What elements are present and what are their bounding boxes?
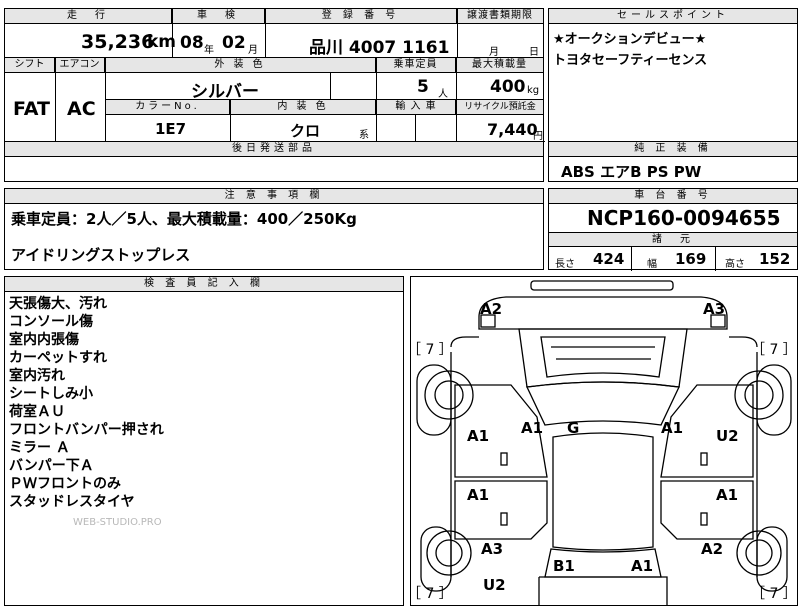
registration-value: 品川 4007 1161 <box>309 38 450 58</box>
length-label: 長さ <box>555 259 575 270</box>
sales-points-label: セールスポイント <box>549 9 797 24</box>
notes-line-2: アイドリングストップレス <box>11 246 191 264</box>
damage-code-left-front-door: A1 <box>467 427 490 445</box>
damage-code-pillar-left: A1 <box>521 419 544 437</box>
inspector-line: 室内汚れ <box>9 368 65 384</box>
inspector-line: 室内内張傷 <box>9 332 79 348</box>
transfer-label: 譲渡書類期限 <box>457 9 543 24</box>
mileage-value: 35,236 <box>81 31 155 53</box>
capacity-label: 乗車定員 <box>376 58 456 73</box>
inspector-line: 荷室ＡＵ <box>9 404 65 420</box>
notes-line-1: 乗車定員：2人／5人、最大積載量：400／250Kg <box>11 210 357 228</box>
transfer-day-unit: 日 <box>529 47 539 58</box>
inspector-line: ＰＷフロントのみ <box>9 476 121 492</box>
max-load-label: 最大積載量 <box>456 58 543 73</box>
length-value: 424 <box>593 250 625 268</box>
inspector-box: 検 査 員 記 入 欄 天張傷大、汚れ コンソール傷 室内内張傷 カーペットすれ… <box>4 276 404 606</box>
inspector-line: シートしみ小 <box>9 386 93 402</box>
sales-point-2: トヨタセーフティーセンス <box>553 53 708 68</box>
damage-code-front-right: A3 <box>703 300 726 318</box>
parts-box: 後日発送部品 <box>4 142 544 182</box>
equipment-box: 純 正 装 備 ABS エアB PS PW <box>548 142 798 182</box>
recycle-value: 7,440 <box>487 120 538 139</box>
car-diagram-box: ［ 7 ］ ［ 7 ］ ［ 7 ］ ［ 7 ］ A2 A3 A1 A1 G A1… <box>407 276 798 606</box>
capacity-unit: 人 <box>438 89 448 100</box>
equipment-value: ABS エアB PS PW <box>561 163 702 181</box>
exterior-color-value: シルバー <box>191 82 259 102</box>
inspector-line: 天張傷大、汚れ <box>9 296 107 312</box>
damage-code-pillar-right: A1 <box>661 419 684 437</box>
recycle-label: リサイクル預託金 <box>457 100 543 115</box>
inspector-lines: 天張傷大、汚れ コンソール傷 室内内張傷 カーペットすれ 室内汚れ シートしみ小… <box>9 295 164 511</box>
tire-tl-label: ［ 7 ］ <box>407 342 453 358</box>
interior-label: 内 装 色 <box>231 100 376 115</box>
damage-code-right-rear-door: A1 <box>716 486 739 504</box>
tire-bl-label: ［ 7 ］ <box>407 586 453 602</box>
equipment-label: 純 正 装 備 <box>549 142 797 157</box>
capacity-value: 5 <box>417 77 429 97</box>
import-label: 輸 入 車 <box>377 100 456 115</box>
inspection-month: 02 <box>222 33 246 53</box>
inspector-line: スタッドレスタイヤ <box>9 494 135 510</box>
notes-label: 注 意 事 項 欄 <box>5 189 543 204</box>
sales-point-1: ★オークションデビュー★ <box>553 32 707 47</box>
damage-code-left-rear: U2 <box>483 576 506 594</box>
inspection-year: 08 <box>180 33 204 53</box>
max-load-unit: kg <box>527 85 540 96</box>
chassis-value: NCP160-0094655 <box>587 206 781 230</box>
ac-label: エアコン <box>55 58 105 73</box>
inspection-year-unit: 年 <box>204 45 214 56</box>
shift-value: FAT <box>13 98 50 120</box>
ac-value: AC <box>67 98 96 120</box>
inspector-line: フロントバンパー押され <box>9 422 164 438</box>
recycle-unit: 円 <box>533 131 543 142</box>
chassis-box: 車 台 番 号 NCP160-0094655 諸 元 長さ 424 幅 169 … <box>548 188 798 271</box>
inspection-label: 車 検 <box>172 9 265 24</box>
damage-code-left-rear-door: A1 <box>467 486 490 504</box>
max-load-value: 400 <box>490 77 526 97</box>
width-label: 幅 <box>647 259 657 270</box>
damage-code-right-front-door: U2 <box>716 427 739 445</box>
color-no-label: カラーNo. <box>106 100 230 115</box>
tire-br-label: ［ 7 ］ <box>751 586 797 602</box>
width-value: 169 <box>675 250 707 268</box>
inspector-line: カーペットすれ <box>9 350 107 366</box>
watermark: WEB-STUDIO.PRO <box>73 517 162 528</box>
damage-code-front-left: A2 <box>480 300 503 318</box>
inspector-line: ミラー Ａ <box>9 440 70 456</box>
height-label: 高さ <box>725 259 745 270</box>
damage-code-roof: G <box>567 419 580 437</box>
inspector-label: 検 査 員 記 入 欄 <box>5 277 403 292</box>
shift-label: シフト <box>5 58 55 73</box>
sales-points-box: セールスポイント ★オークションデビュー★ トヨタセーフティーセンス <box>548 8 798 142</box>
tire-tr-label: ［ 7 ］ <box>751 342 797 358</box>
interior-value: クロ <box>290 122 321 140</box>
damage-code-rear-left: B1 <box>553 557 575 575</box>
vehicle-details-box: シフト エアコン 外 装 色 乗車定員 最大積載量 FAT AC シルバー 5 … <box>4 58 545 142</box>
parts-label: 後日発送部品 <box>5 142 543 157</box>
color-no-value: 1E7 <box>155 120 187 138</box>
specs-label: 諸 元 <box>549 232 797 247</box>
inspector-line: バンパー下Ａ <box>9 458 94 474</box>
mileage-label: 走 行 <box>5 9 172 24</box>
inspector-line: コンソール傷 <box>9 314 93 330</box>
notes-box: 注 意 事 項 欄 乗車定員：2人／5人、最大積載量：400／250Kg アイド… <box>4 188 544 270</box>
inspection-month-unit: 月 <box>248 45 258 56</box>
damage-code-left-quarter: A3 <box>481 540 504 558</box>
mileage-unit: km <box>147 32 177 52</box>
height-value: 152 <box>759 250 791 268</box>
interior-unit: 系 <box>359 130 369 141</box>
registration-label: 登 録 番 号 <box>265 9 457 24</box>
damage-code-rear-right: A1 <box>631 557 654 575</box>
exterior-color-label: 外 装 色 <box>105 58 376 73</box>
chassis-label: 車 台 番 号 <box>549 189 797 204</box>
transfer-month-unit: 月 <box>489 47 499 58</box>
damage-code-right-quarter: A2 <box>701 540 724 558</box>
top-info-box: 走 行 車 検 登 録 番 号 譲渡書類期限 35,236 km 08 年 02… <box>4 8 544 59</box>
